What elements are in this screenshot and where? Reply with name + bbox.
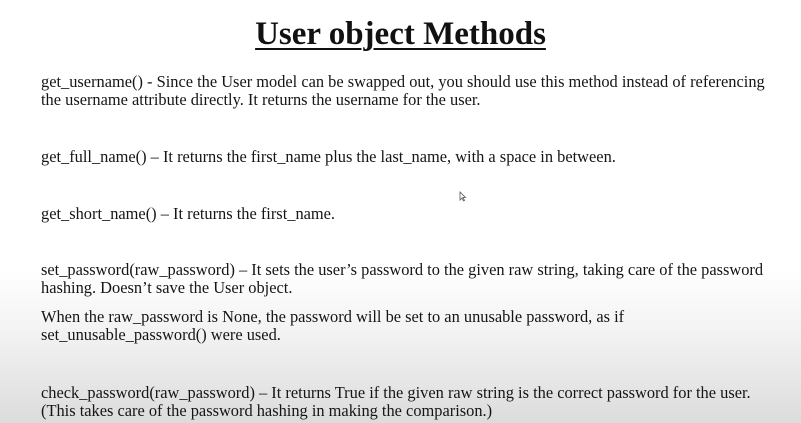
method-get-full-name: get_full_name() – It returns the first_n… <box>41 147 616 166</box>
method-get-username: get_username() - Since the User model ca… <box>41 72 765 109</box>
method-check-password: check_password(raw_password) – It return… <box>41 383 751 420</box>
method-get-short-name: get_short_name() – It returns the first_… <box>41 204 336 223</box>
slide-title: User object Methods <box>255 16 546 52</box>
slide: User object Methods get_username() - Sin… <box>0 0 801 423</box>
mouse-pointer-icon <box>459 191 467 202</box>
method-set-password: set_password(raw_password) – It sets the… <box>41 260 764 297</box>
set-password-note: When the raw_password is None, the passw… <box>41 307 625 344</box>
